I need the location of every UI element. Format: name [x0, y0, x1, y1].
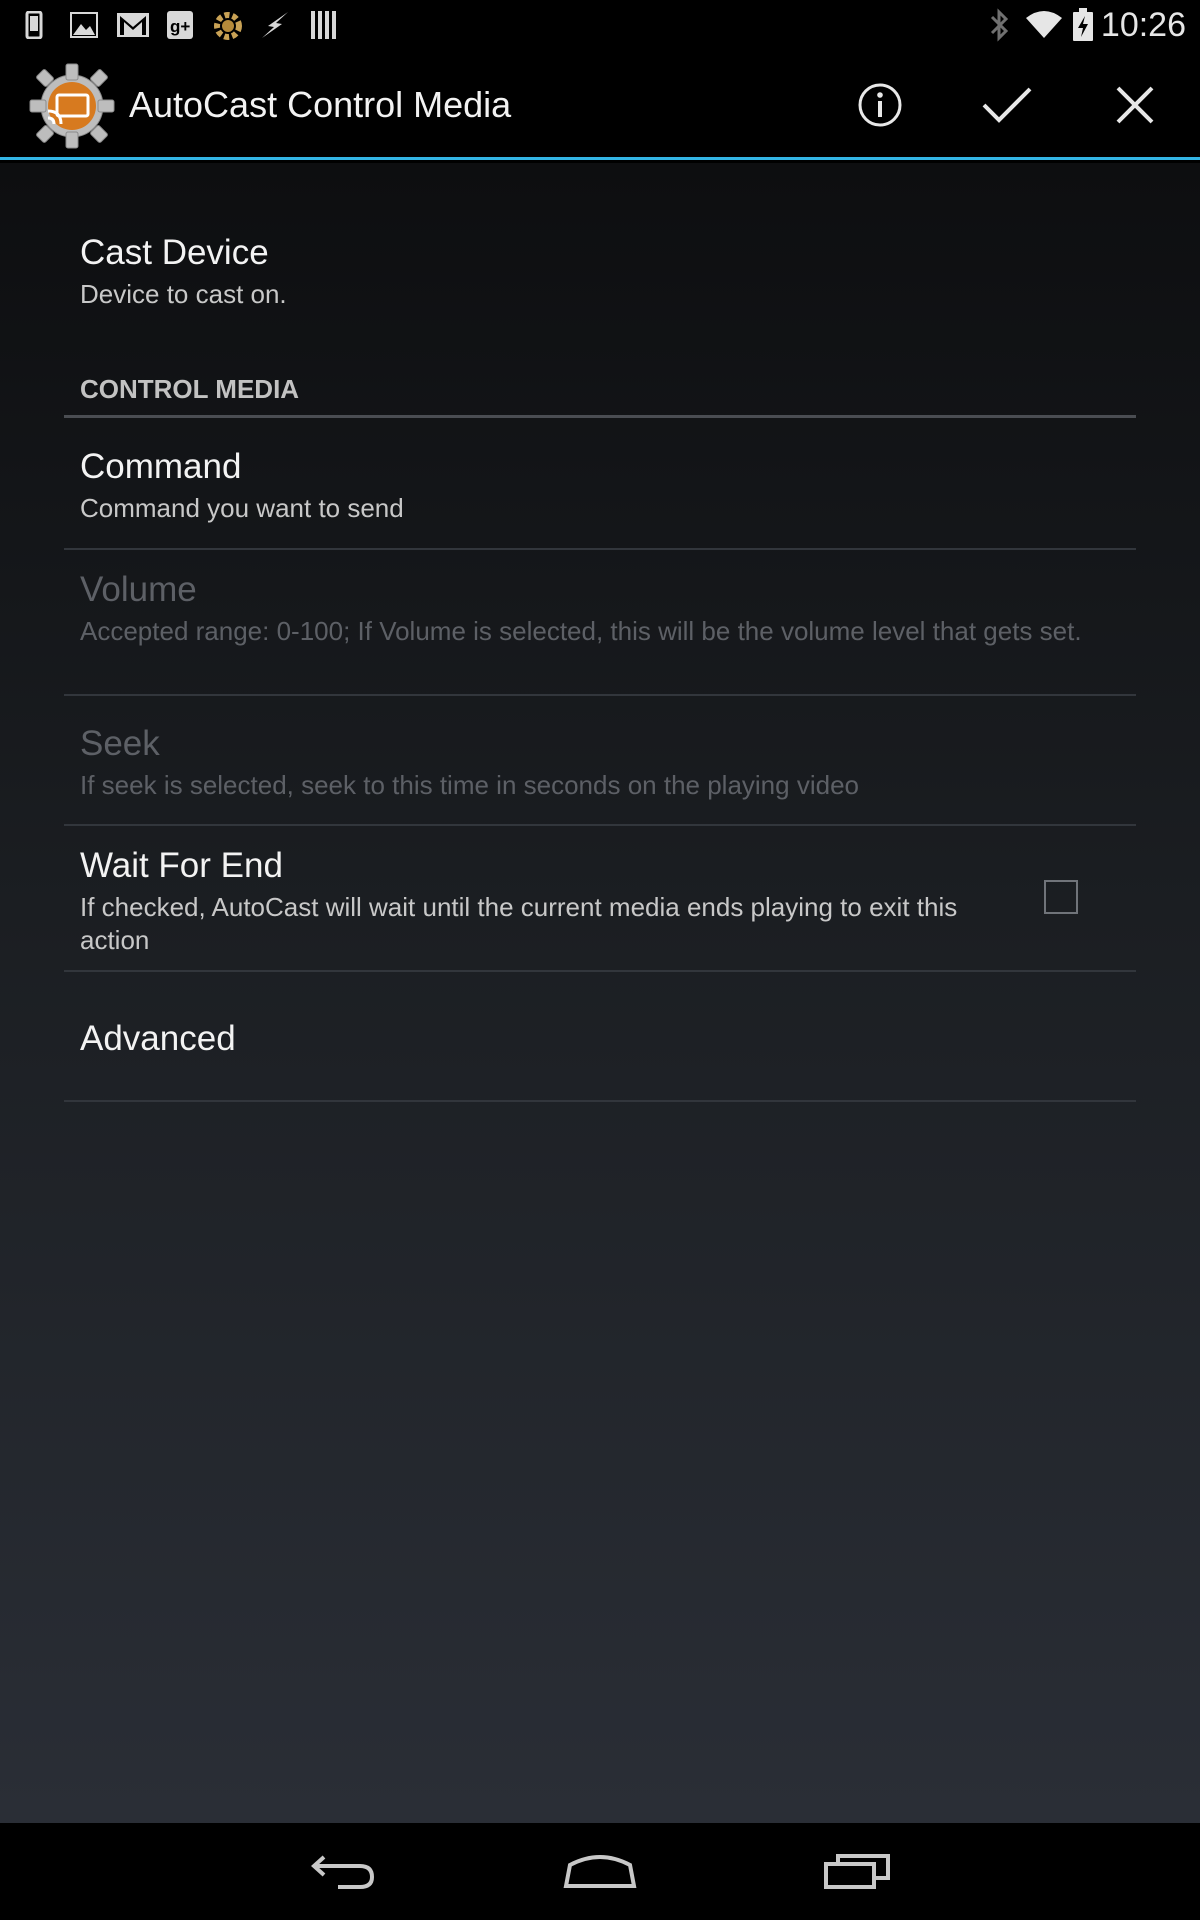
pref-summary: If seek is selected, seek to this time i… — [80, 770, 859, 800]
close-icon — [1116, 86, 1154, 124]
home-icon — [563, 1855, 637, 1888]
recents-button[interactable] — [812, 1841, 902, 1901]
page-title: AutoCast Control Media — [129, 84, 512, 125]
category-header: CONTROL MEDIA — [80, 374, 300, 404]
pref-title: Seek — [80, 724, 160, 763]
image-icon — [70, 12, 98, 43]
wifi-icon — [1024, 8, 1064, 45]
back-button[interactable] — [298, 1841, 388, 1901]
pref-command[interactable]: Command Command you want to send — [64, 419, 1136, 550]
close-button[interactable] — [1105, 75, 1165, 135]
phone-icon — [24, 10, 44, 44]
battery-charging-icon — [1072, 8, 1094, 47]
wait-for-end-checkbox[interactable] — [1044, 880, 1078, 914]
tasker-icon — [212, 10, 244, 47]
preferences-list: Cast Device Device to cast on. CONTROL M… — [0, 163, 1200, 1823]
recents-icon — [824, 1854, 890, 1889]
bluetooth-icon — [986, 8, 1012, 47]
category-divider — [64, 415, 1136, 418]
pref-summary: Accepted range: 0-100; If Volume is sele… — [80, 616, 1082, 646]
flash-icon — [260, 10, 290, 45]
info-icon — [858, 83, 902, 127]
check-icon — [982, 87, 1032, 123]
pref-title: Advanced — [80, 1019, 236, 1058]
svg-text:g+: g+ — [170, 17, 190, 36]
status-bar: g+ 10:26 — [0, 0, 1200, 50]
pref-title: Cast Device — [80, 233, 269, 272]
pref-summary: Command you want to send — [80, 493, 404, 523]
back-icon — [311, 1855, 375, 1889]
info-button[interactable] — [850, 75, 910, 135]
navigation-bar — [0, 1823, 1200, 1920]
confirm-button[interactable] — [977, 75, 1037, 135]
pref-title: Wait For End — [80, 846, 283, 885]
status-time: 10:26 — [1100, 6, 1186, 44]
pref-summary: Device to cast on. — [80, 279, 287, 309]
pref-advanced[interactable]: Advanced — [64, 972, 1136, 1102]
autocast-logo-icon[interactable] — [28, 62, 116, 150]
pref-title: Command — [80, 447, 242, 486]
pref-title: Volume — [80, 570, 197, 609]
barcode-icon — [310, 10, 338, 45]
pref-wait-for-end[interactable]: Wait For End If checked, AutoCast will w… — [64, 826, 1136, 972]
action-bar: AutoCast Control Media — [0, 50, 1200, 160]
pref-seek: Seek If seek is selected, seek to this t… — [64, 696, 1136, 826]
divider — [64, 1100, 1136, 1102]
gmail-icon — [116, 12, 150, 43]
home-button[interactable] — [555, 1841, 645, 1901]
pref-cast-device[interactable]: Cast Device Device to cast on. — [64, 223, 1136, 343]
pref-volume: Volume Accepted range: 0-100; If Volume … — [64, 550, 1136, 696]
pref-summary: If checked, AutoCast will wait until the… — [80, 892, 958, 955]
google-plus-icon: g+ — [166, 10, 194, 45]
